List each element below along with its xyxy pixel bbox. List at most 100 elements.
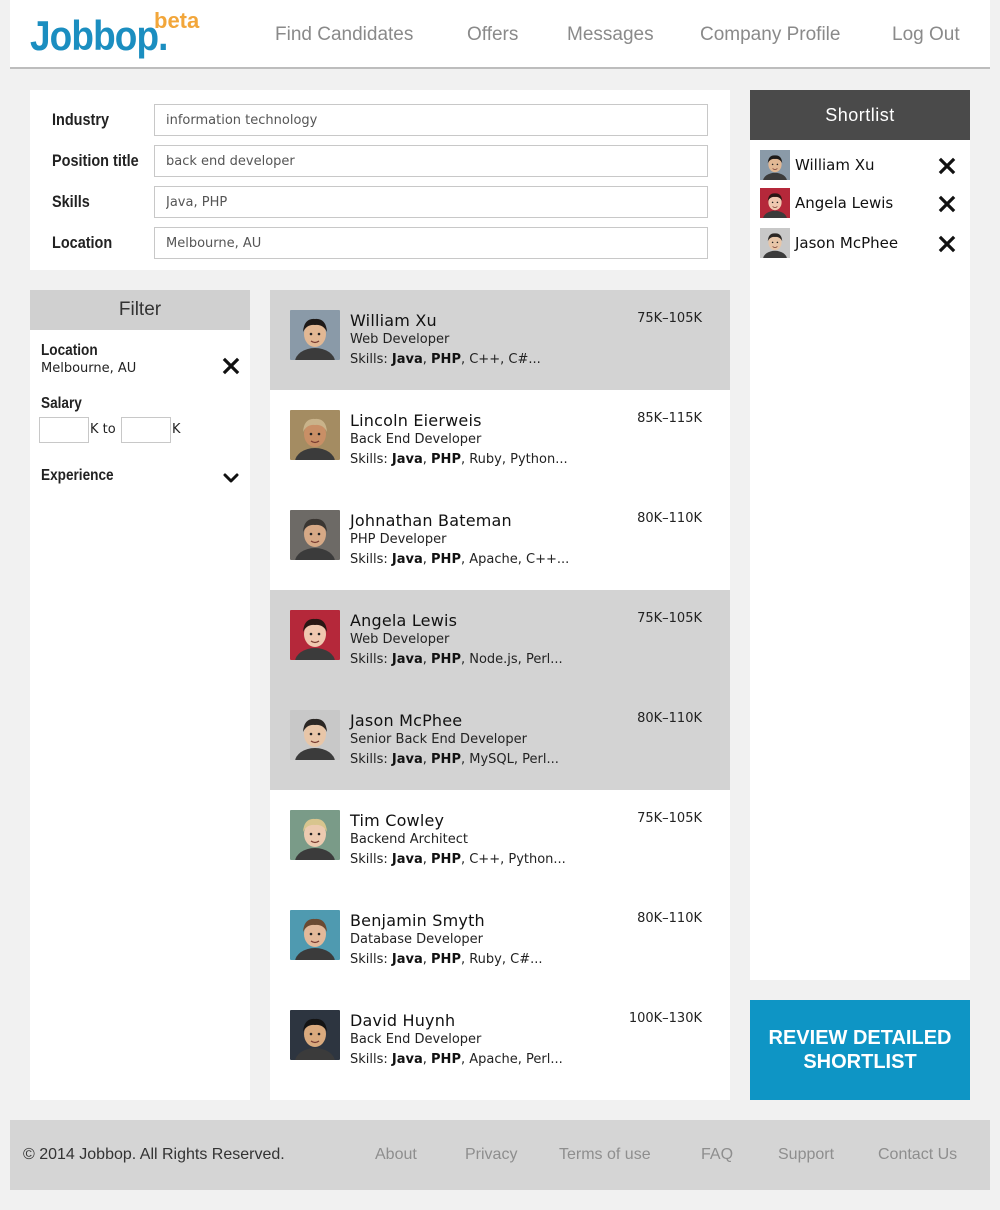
shortlist-item-name[interactable]: Angela Lewis bbox=[795, 194, 893, 212]
skill-java: Java bbox=[391, 552, 423, 567]
shortlist-item[interactable]: William Xu bbox=[760, 150, 970, 180]
salary-min-input[interactable] bbox=[39, 417, 89, 443]
avatar-photo bbox=[290, 310, 340, 360]
shortlist-item-name[interactable]: Jason McPhee bbox=[795, 234, 898, 252]
candidate-name[interactable]: David Huynh bbox=[350, 1011, 455, 1030]
candidate-row[interactable]: Jason McPhee Senior Back End Developer Ski… bbox=[270, 690, 730, 790]
skill-java: Java bbox=[391, 452, 423, 467]
skills-rest: , Ruby, C#... bbox=[460, 952, 543, 967]
candidate-skills: Skills: Java, PHP, MySQL, Perl... bbox=[350, 752, 559, 767]
candidate-avatar[interactable] bbox=[290, 510, 340, 560]
skills-prefix: Skills: bbox=[350, 752, 392, 767]
candidate-name[interactable]: Benjamin Smyth bbox=[350, 911, 485, 930]
skills-prefix: Skills: bbox=[350, 952, 392, 967]
candidate-skills: Skills: Java, PHP, Node.js, Perl... bbox=[350, 652, 563, 667]
candidate-avatar[interactable] bbox=[290, 1010, 340, 1060]
avatar-photo bbox=[760, 228, 790, 258]
nav-offers[interactable]: Offers bbox=[467, 24, 518, 46]
remove-shortlist-close-icon[interactable] bbox=[938, 235, 956, 253]
industry-input[interactable] bbox=[154, 104, 708, 136]
nav-company-profile[interactable]: Company Profile bbox=[700, 24, 840, 46]
nav-log-out[interactable]: Log Out bbox=[892, 24, 960, 46]
skill-php: PHP bbox=[431, 652, 461, 667]
footer-link-privacy[interactable]: Privacy bbox=[465, 1146, 517, 1164]
candidate-avatar[interactable] bbox=[290, 910, 340, 960]
footer-link-support[interactable]: Support bbox=[778, 1146, 834, 1164]
location-input[interactable] bbox=[154, 227, 708, 259]
shortlist-item[interactable]: Angela Lewis bbox=[760, 188, 970, 218]
candidate-name[interactable]: Lincoln Eierweis bbox=[350, 411, 482, 430]
candidate-title: Web Developer bbox=[350, 632, 450, 647]
candidate-title: Back End Developer bbox=[350, 1032, 482, 1047]
avatar-photo bbox=[290, 1010, 340, 1060]
skills-label: Skills bbox=[52, 192, 90, 211]
review-detailed-shortlist-button[interactable]: REVIEW DETAILED SHORTLIST bbox=[750, 1000, 970, 1100]
candidate-row[interactable]: Lincoln Eierweis Back End Developer Skills… bbox=[270, 390, 730, 490]
footer-link-terms[interactable]: Terms of use bbox=[559, 1146, 651, 1164]
skills-rest: , Ruby, Python... bbox=[460, 452, 568, 467]
candidate-title: Back End Developer bbox=[350, 432, 482, 447]
candidate-skills: Skills: Java, PHP, Ruby, Python... bbox=[350, 452, 568, 467]
salary-k-to-text: K to bbox=[90, 422, 116, 437]
avatar-photo bbox=[290, 510, 340, 560]
footer-link-faq[interactable]: FAQ bbox=[701, 1146, 733, 1164]
location-label: Location bbox=[52, 233, 113, 252]
candidate-avatar[interactable] bbox=[290, 810, 340, 860]
shortlist-item-name[interactable]: William Xu bbox=[795, 156, 875, 174]
shortlist-item[interactable]: Jason McPhee bbox=[760, 228, 970, 258]
skills-input[interactable] bbox=[154, 186, 708, 218]
position-title-label: Position title bbox=[52, 151, 139, 170]
nav-find-candidates[interactable]: Find Candidates bbox=[275, 24, 413, 46]
candidate-avatar[interactable] bbox=[290, 710, 340, 760]
remove-shortlist-close-icon[interactable] bbox=[938, 157, 956, 175]
shortlist-avatar bbox=[760, 150, 790, 180]
candidate-name[interactable]: William Xu bbox=[350, 311, 437, 330]
skills-prefix: Skills: bbox=[350, 452, 392, 467]
footer: © 2014 Jobbop. All Rights Reserved. Abou… bbox=[10, 1120, 990, 1190]
candidate-salary: 85K–115K bbox=[637, 411, 702, 426]
avatar-photo bbox=[290, 710, 340, 760]
avatar-photo bbox=[760, 188, 790, 218]
candidate-row[interactable]: Johnathan Bateman PHP Developer Skills: Ja… bbox=[270, 490, 730, 590]
candidate-avatar[interactable] bbox=[290, 610, 340, 660]
candidate-name[interactable]: Tim Cowley bbox=[350, 811, 444, 830]
skill-java: Java bbox=[391, 1052, 423, 1067]
candidate-skills: Skills: Java, PHP, C++, Python... bbox=[350, 852, 566, 867]
candidate-name[interactable]: Jason McPhee bbox=[350, 711, 462, 730]
position-title-input[interactable] bbox=[154, 145, 708, 177]
skill-php: PHP bbox=[431, 752, 461, 767]
footer-link-contact[interactable]: Contact Us bbox=[878, 1146, 957, 1164]
salary-max-input[interactable] bbox=[121, 417, 171, 443]
logo-beta-badge: beta bbox=[154, 8, 200, 33]
nav-messages[interactable]: Messages bbox=[567, 24, 654, 46]
filter-experience-label[interactable]: Experience bbox=[41, 467, 114, 485]
shortlist-avatar bbox=[760, 188, 790, 218]
remove-location-close-icon[interactable] bbox=[222, 357, 240, 375]
filter-location-value: Melbourne, AU bbox=[41, 361, 137, 376]
candidate-name[interactable]: Angela Lewis bbox=[350, 611, 457, 630]
candidate-skills: Skills: Java, PHP, Apache, C++... bbox=[350, 552, 569, 567]
candidate-title: Backend Architect bbox=[350, 832, 469, 847]
skill-php: PHP bbox=[431, 352, 461, 367]
skills-rest: , Apache, C++... bbox=[460, 552, 570, 567]
candidate-name[interactable]: Johnathan Bateman bbox=[350, 511, 512, 530]
experience-chevron-down-icon[interactable] bbox=[222, 469, 240, 487]
footer-link-about[interactable]: About bbox=[375, 1146, 417, 1164]
candidate-row[interactable]: William Xu Web Developer Skills: Java, PHP… bbox=[270, 290, 730, 390]
shortlist-avatar bbox=[760, 228, 790, 258]
remove-shortlist-close-icon[interactable] bbox=[938, 195, 956, 213]
candidate-row[interactable]: Angela Lewis Web Developer Skills: Java, P… bbox=[270, 590, 730, 690]
skills-rest: , Node.js, Perl... bbox=[460, 652, 563, 667]
filter-title: Filter bbox=[30, 290, 250, 330]
candidate-row[interactable]: David Huynh Back End Developer Skills: Jav… bbox=[270, 990, 730, 1090]
candidate-skills: Skills: Java, PHP, Apache, Perl... bbox=[350, 1052, 563, 1067]
candidate-row[interactable]: Benjamin Smyth Database Developer Skills: … bbox=[270, 890, 730, 990]
candidate-avatar[interactable] bbox=[290, 410, 340, 460]
candidate-row[interactable]: Tim Cowley Backend Architect Skills: Java,… bbox=[270, 790, 730, 890]
candidate-title: Database Developer bbox=[350, 932, 484, 947]
candidate-avatar[interactable] bbox=[290, 310, 340, 360]
skill-java: Java bbox=[391, 352, 423, 367]
filter-panel: Filter Location Melbourne, AU Salary K t… bbox=[30, 290, 250, 1100]
candidate-salary: 75K–105K bbox=[637, 611, 702, 626]
shortlist-panel: Shortlist William Xu Angela Lewis Jason Mc… bbox=[750, 90, 970, 980]
